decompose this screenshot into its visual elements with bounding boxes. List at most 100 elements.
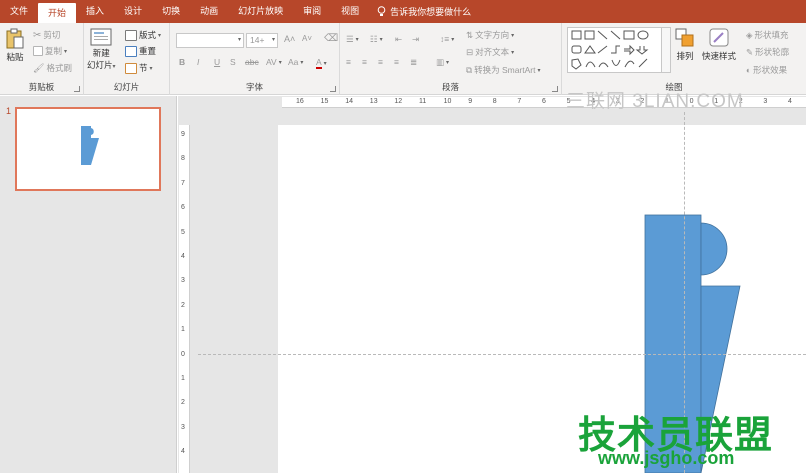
watermark-top: 三联网 3LIAN.COM <box>566 91 744 112</box>
tab-design[interactable]: 设计 <box>114 0 152 23</box>
shape-fill-button[interactable]: ◈ 形状填充 <box>746 29 789 41</box>
layout-label: 版式 <box>139 30 157 40</box>
text-direction-icon: ⇅ <box>466 29 474 40</box>
ribbon: 粘贴 ✂ 剪切 复制 ▾ 🖌 格式刷 剪贴板 新建 幻灯片▾ 版式 ▾ 重置 节… <box>0 23 806 95</box>
ribbon-tab-bar: 文件 开始 插入 设计 切换 动画 幻灯片放映 审阅 视图 告诉我你想要做什么 <box>0 0 806 23</box>
copy-icon <box>33 46 43 56</box>
convert-smartart-button[interactable]: ⧉ 转换为 SmartArt ▾ <box>466 64 541 76</box>
paste-button[interactable]: 粘贴 <box>5 28 25 63</box>
increase-indent-button[interactable]: ⇥ <box>412 34 419 45</box>
chevron-down-icon: ▾ <box>64 48 68 55</box>
copy-label: 复制 <box>45 46 63 56</box>
clipboard-launcher-icon[interactable] <box>74 86 80 92</box>
gallery-scroll[interactable] <box>661 28 670 72</box>
tab-home[interactable]: 开始 <box>38 3 77 23</box>
tab-file[interactable]: 文件 <box>0 0 38 23</box>
copy-button[interactable]: 复制 ▾ <box>33 45 67 57</box>
group-font: ▾ 14+ ▾ A˄ A˅ ⌫ B I U S abc AV ▾ Aa ▾ A ▾ 字… <box>170 23 340 95</box>
layout-icon <box>125 29 137 41</box>
tab-slideshow[interactable]: 幻灯片放映 <box>228 0 293 23</box>
bold-button[interactable]: B <box>179 57 185 67</box>
ruler-tick-label: 13 <box>369 98 378 105</box>
tab-review[interactable]: 审阅 <box>293 0 331 23</box>
align-center-icon: ≡ <box>362 57 367 67</box>
font-launcher-icon[interactable] <box>330 86 336 92</box>
quick-styles-button[interactable]: 快速样式 <box>702 28 736 62</box>
chevron-down-icon: ▾ <box>158 32 162 39</box>
bullets-icon: ☰ <box>346 34 354 44</box>
ruler-tick-label: 1 <box>181 375 185 382</box>
align-right-button[interactable]: ≡ <box>378 57 383 67</box>
tab-insert[interactable]: 插入 <box>76 0 114 23</box>
tab-transitions[interactable]: 切换 <box>152 0 190 23</box>
ruler-tick-label: 14 <box>345 98 353 105</box>
format-painter-label: 格式刷 <box>46 63 72 73</box>
increase-font-button[interactable]: A˄ <box>284 34 295 44</box>
lightbulb-icon <box>377 6 386 16</box>
shape-effects-button[interactable]: ◐ 形状效果 <box>746 64 787 76</box>
paste-icon <box>6 28 24 49</box>
ruler-tick-label: 4 <box>788 98 792 105</box>
char-spacing-button[interactable]: AV ▾ <box>266 57 282 67</box>
ruler-tick-label: 8 <box>492 98 497 105</box>
format-painter-button[interactable]: 🖌 格式刷 <box>33 62 72 74</box>
section-button[interactable]: 节 ▾ <box>125 62 153 74</box>
decrease-indent-button[interactable]: ⇤ <box>395 34 402 45</box>
decrease-font-button[interactable]: A˅ <box>302 34 312 43</box>
effects-icon: ◐ <box>746 65 752 75</box>
font-name-select[interactable]: ▾ <box>176 33 244 48</box>
char-spacing-icon: AV <box>266 57 277 67</box>
ruler-tick-label: 3 <box>181 277 185 285</box>
layout-button[interactable]: 版式 ▾ <box>125 29 161 41</box>
italic-button[interactable]: I <box>197 57 199 67</box>
cut-button[interactable]: ✂ 剪切 <box>33 29 60 41</box>
ruler-tick-label: 6 <box>542 98 546 105</box>
bold-icon: B <box>179 57 186 67</box>
group-label-slides: 幻灯片 <box>113 82 140 92</box>
tab-view[interactable]: 视图 <box>331 0 369 23</box>
ruler-tick-label: 16 <box>296 98 304 105</box>
justify-button[interactable]: ≡ <box>394 57 399 67</box>
numbering-button[interactable]: ☷ ▾ <box>370 34 383 45</box>
columns-icon: ▥ <box>436 57 445 67</box>
ruler-tick-label: 3 <box>763 98 768 105</box>
arrange-button[interactable]: 排列 <box>675 28 695 62</box>
shadow-button[interactable]: S <box>230 57 236 67</box>
strikethrough-button[interactable]: abc <box>245 57 259 67</box>
columns-button[interactable]: ▥ ▾ <box>436 57 449 68</box>
ruler-tick-label: 6 <box>181 204 185 212</box>
reset-button[interactable]: 重置 <box>125 45 156 57</box>
align-left-icon: ≡ <box>346 57 351 67</box>
tab-animations[interactable]: 动画 <box>190 0 228 23</box>
clear-formatting-button[interactable]: ⌫ <box>324 33 338 44</box>
ruler-tick-label: 10 <box>443 98 452 105</box>
section-label: 节 <box>139 63 148 73</box>
arrange-label: 排列 <box>676 51 694 61</box>
shape-outline-button[interactable]: ✎ 形状轮廓 <box>746 46 789 58</box>
slide-thumbnail[interactable] <box>15 107 161 191</box>
horizontal-guide[interactable] <box>198 354 806 355</box>
paint-bucket-icon: ◈ <box>746 29 753 40</box>
align-center-button[interactable]: ≡ <box>362 57 367 67</box>
change-case-icon: Aa <box>288 57 299 67</box>
font-color-button[interactable]: A ▾ <box>316 57 327 69</box>
ruler-tick-label: 7 <box>517 98 522 105</box>
half-circle-shape[interactable] <box>700 222 728 276</box>
align-left-button[interactable]: ≡ <box>346 57 351 67</box>
new-slide-button[interactable]: 新建 幻灯片▾ <box>87 27 116 71</box>
underline-button[interactable]: U <box>214 57 220 67</box>
shape-outline-label: 形状轮廓 <box>755 47 790 57</box>
new-slide-icon <box>90 28 112 46</box>
change-case-button[interactable]: Aa ▾ <box>288 57 303 67</box>
font-size-select[interactable]: 14+ ▾ <box>246 33 278 48</box>
shapes-gallery[interactable] <box>567 27 671 73</box>
text-direction-button[interactable]: ⇅ 文字方向 ▾ <box>466 29 514 41</box>
tell-me-box[interactable]: 告诉我你想要做什么 <box>377 5 471 18</box>
shapes-gallery-icon <box>571 30 649 70</box>
bullets-button[interactable]: ☰ ▾ <box>346 34 359 45</box>
line-spacing-button[interactable]: ↕≡ ▾ <box>440 34 454 44</box>
distributed-button[interactable]: ≣ <box>410 57 417 68</box>
text-direction-label: 文字方向 <box>475 30 510 40</box>
italic-icon: I <box>197 57 200 67</box>
align-text-button[interactable]: ⊟ 对齐文本 ▾ <box>466 46 514 58</box>
